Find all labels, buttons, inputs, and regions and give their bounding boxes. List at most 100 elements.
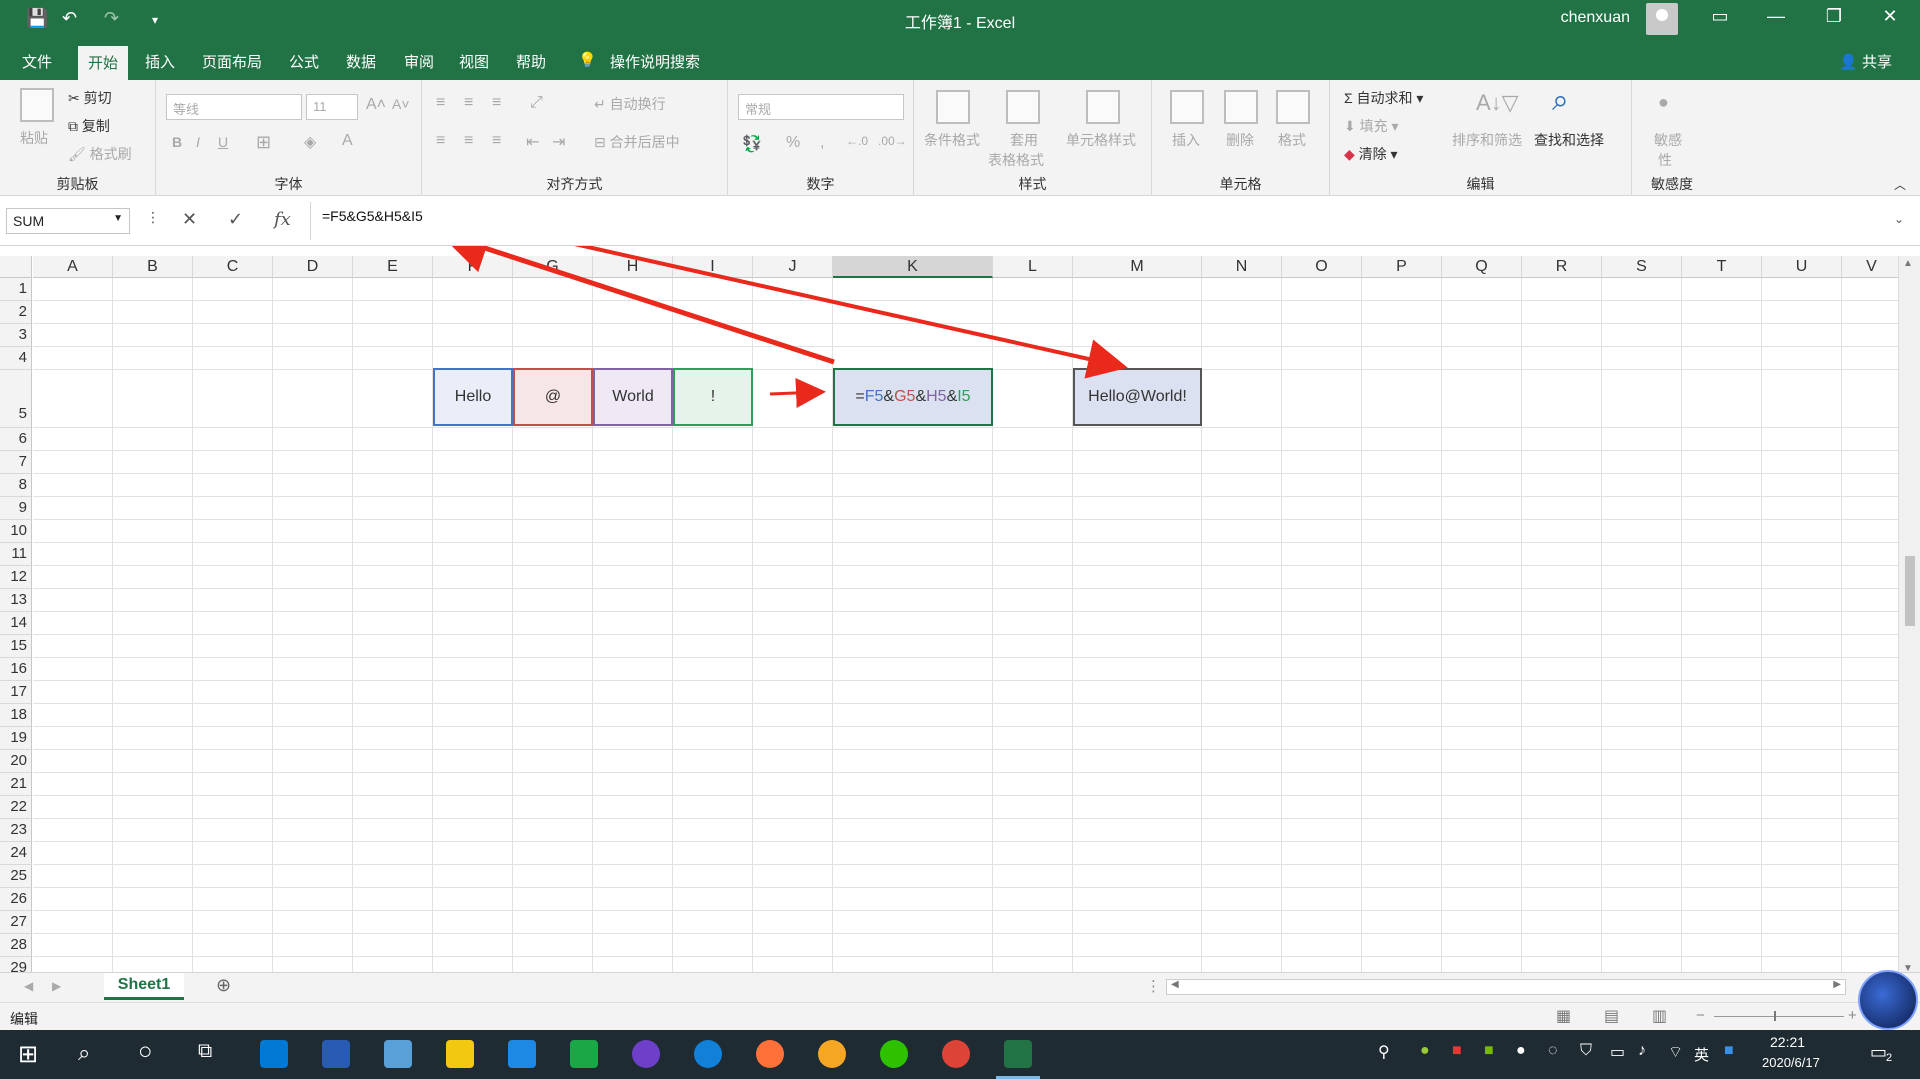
cancel-icon[interactable]: ✕ bbox=[182, 209, 197, 230]
percent-icon[interactable]: % bbox=[786, 134, 800, 152]
cut-button[interactable]: ✂ 剪切 bbox=[68, 88, 112, 108]
decrease-decimal-icon[interactable]: .00→ bbox=[878, 134, 907, 148]
next-sheet-icon[interactable]: ▶ bbox=[52, 979, 61, 993]
comma-icon[interactable]: , bbox=[820, 134, 824, 152]
find-select-button[interactable]: 查找和选择 bbox=[1534, 130, 1604, 150]
edge-icon[interactable] bbox=[694, 1040, 722, 1068]
tab-insert[interactable]: 插入 bbox=[145, 51, 175, 72]
italic-icon[interactable]: I bbox=[196, 134, 200, 150]
border-icon[interactable]: ⊞ bbox=[256, 132, 271, 153]
page-layout-view-icon[interactable]: ▤ bbox=[1604, 1006, 1619, 1026]
ime-indicator[interactable]: 英 bbox=[1694, 1044, 1709, 1065]
cortana-icon[interactable]: ○ bbox=[138, 1038, 153, 1066]
zoom-out-icon[interactable]: − bbox=[1696, 1007, 1705, 1024]
defender-icon[interactable]: ⛉ bbox=[1580, 1042, 1592, 1060]
zoom-slider-thumb[interactable] bbox=[1774, 1011, 1776, 1021]
qq-icon[interactable]: ■ bbox=[1724, 1042, 1734, 1060]
scroll-right-icon[interactable]: ▶ bbox=[1833, 979, 1841, 990]
expand-formula-icon[interactable]: ⌄ bbox=[1894, 212, 1904, 226]
wechat-icon[interactable] bbox=[880, 1040, 908, 1068]
tray-network-app-icon[interactable]: ◌ bbox=[1548, 1042, 1558, 1060]
sort-filter-icon[interactable]: A↓▽ bbox=[1476, 90, 1519, 116]
tab-data[interactable]: 数据 bbox=[346, 51, 376, 72]
tab-formulas[interactable]: 公式 bbox=[289, 51, 319, 72]
hbuilder-icon[interactable] bbox=[570, 1040, 598, 1068]
conditional-format-icon[interactable] bbox=[936, 90, 970, 124]
volume-icon[interactable]: ♪ bbox=[1638, 1042, 1646, 1060]
format-painter-button[interactable]: 🖌 格式刷 bbox=[68, 144, 132, 164]
enter-icon[interactable]: ✓ bbox=[228, 209, 243, 230]
worksheet-grid[interactable]: ABCDEFGHIJKLMNOPQRSTUV 1 2 3 4 5 6 7 8 9 10 11 12 13… bbox=[0, 246, 1898, 976]
insert-function-icon[interactable]: fx bbox=[274, 209, 291, 230]
align-left-icon[interactable]: ≡ bbox=[436, 132, 445, 150]
tell-me-search[interactable]: 操作说明搜索 bbox=[610, 51, 700, 72]
undo-icon[interactable]: ↶ bbox=[62, 8, 77, 29]
tray-app-icon[interactable]: ● bbox=[1420, 1042, 1430, 1060]
customize-qat-icon[interactable]: ▾ bbox=[152, 13, 158, 27]
grow-font-icon[interactable]: A˄ bbox=[366, 96, 386, 114]
page-break-view-icon[interactable]: ▥ bbox=[1652, 1006, 1667, 1026]
fill-button[interactable]: ⬇ 填充 ▾ bbox=[1344, 116, 1399, 136]
share-button[interactable]: 👤 共享 bbox=[1839, 51, 1892, 72]
insert-cells-icon[interactable] bbox=[1170, 90, 1204, 124]
currency-icon[interactable]: 💱 bbox=[742, 134, 762, 154]
minimize-icon[interactable]: — bbox=[1756, 6, 1796, 27]
wifi-icon[interactable]: ⌔ bbox=[1668, 1042, 1683, 1062]
firefox-icon[interactable] bbox=[756, 1040, 784, 1068]
tab-split-handle[interactable]: ⋮ bbox=[1146, 977, 1161, 995]
floating-avatar[interactable] bbox=[1858, 970, 1918, 1030]
notification-icon[interactable]: ▭ bbox=[1870, 1042, 1887, 1063]
scroll-thumb[interactable] bbox=[1905, 556, 1915, 626]
prev-sheet-icon[interactable]: ◀ bbox=[24, 979, 33, 993]
cell-styles-icon[interactable] bbox=[1086, 90, 1120, 124]
tab-review[interactable]: 审阅 bbox=[404, 51, 434, 72]
paste-icon[interactable] bbox=[20, 88, 54, 122]
font-name-select[interactable]: 等线 bbox=[166, 94, 302, 120]
zoom-in-icon[interactable]: + bbox=[1848, 1007, 1857, 1024]
store-icon[interactable] bbox=[260, 1040, 288, 1068]
align-middle-icon[interactable]: ≡ bbox=[464, 94, 473, 112]
task-view-icon[interactable]: ⧉ bbox=[198, 1040, 212, 1063]
tab-file[interactable]: 文件 bbox=[22, 51, 52, 72]
decrease-indent-icon[interactable]: ⇤ bbox=[526, 132, 539, 152]
tab-help[interactable]: 帮助 bbox=[516, 51, 546, 72]
sheet-tab-sheet1[interactable]: Sheet1 bbox=[104, 973, 184, 1000]
name-box[interactable]: SUM ▼ bbox=[6, 208, 130, 234]
powershell-icon[interactable] bbox=[322, 1040, 350, 1068]
bold-icon[interactable]: B bbox=[172, 134, 182, 150]
excel-icon[interactable] bbox=[1004, 1040, 1032, 1068]
shrink-font-icon[interactable]: A˅ bbox=[392, 96, 410, 112]
cell-styles-button[interactable]: 单元格样式 bbox=[1066, 130, 1136, 150]
vscode-icon[interactable] bbox=[508, 1040, 536, 1068]
user-name[interactable]: chenxuan bbox=[1561, 9, 1630, 27]
nvidia-icon[interactable]: ■ bbox=[1484, 1042, 1494, 1060]
zoom-slider[interactable] bbox=[1714, 1016, 1844, 1017]
merge-center-button[interactable]: ⊟ 合并后居中 bbox=[594, 132, 680, 152]
sensitivity-icon[interactable]: ● bbox=[1658, 92, 1669, 113]
align-top-icon[interactable]: ≡ bbox=[436, 94, 445, 112]
tray-shield-icon[interactable]: ■ bbox=[1452, 1042, 1462, 1060]
scroll-up-icon[interactable]: ▲ bbox=[1903, 258, 1913, 269]
paste-button[interactable]: 粘贴 bbox=[20, 128, 48, 148]
magnifier-icon[interactable]: ⌕ bbox=[1552, 84, 1569, 118]
people-icon[interactable]: ⚲ bbox=[1378, 1042, 1390, 1062]
horizontal-scrollbar[interactable]: ◀ ▶ bbox=[1166, 979, 1846, 995]
font-color-icon[interactable]: A bbox=[342, 132, 353, 150]
insert-cells-button[interactable]: 插入 bbox=[1172, 130, 1200, 150]
delete-cells-button[interactable]: 删除 bbox=[1226, 130, 1254, 150]
github-icon[interactable] bbox=[632, 1040, 660, 1068]
anaconda-icon[interactable] bbox=[818, 1040, 846, 1068]
clear-button[interactable]: ◆ 清除 ▾ bbox=[1344, 144, 1398, 164]
redo-icon[interactable]: ↷ bbox=[104, 8, 119, 29]
autosum-button[interactable]: Σ 自动求和 ▾ bbox=[1344, 88, 1423, 108]
fill-color-icon[interactable]: ◈ bbox=[304, 132, 316, 152]
add-sheet-icon[interactable]: ⊕ bbox=[216, 975, 231, 996]
save-icon[interactable]: 💾 bbox=[26, 8, 48, 29]
sensitivity-line2[interactable]: 性 bbox=[1658, 150, 1672, 170]
orientation-icon[interactable]: ⤢ bbox=[530, 94, 543, 112]
tableau-icon[interactable] bbox=[384, 1040, 412, 1068]
number-format-select[interactable]: 常规 bbox=[738, 94, 904, 120]
wechat-tray-icon[interactable]: ● bbox=[1516, 1042, 1526, 1060]
copy-button[interactable]: ⧉ 复制 bbox=[68, 116, 110, 136]
underline-icon[interactable]: U bbox=[218, 134, 228, 150]
